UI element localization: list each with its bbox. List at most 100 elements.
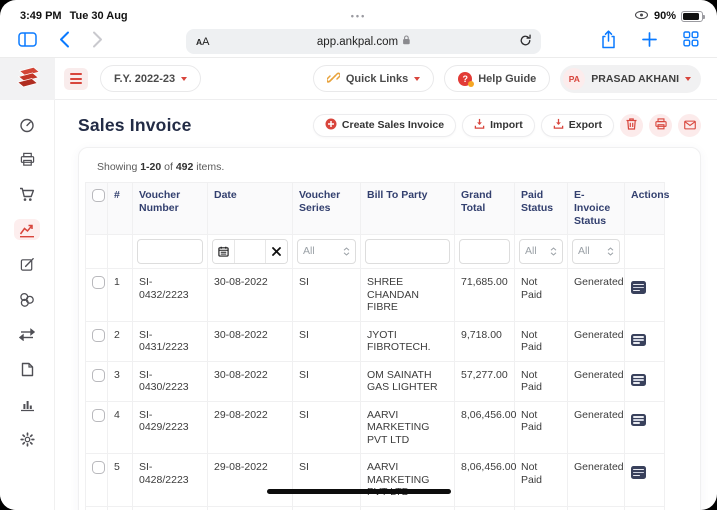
sidebar-item-journal-icon[interactable] <box>14 254 40 275</box>
row-number: 5 <box>108 454 133 507</box>
paid-status-filter-select[interactable]: All <box>519 239 563 264</box>
bill-to-party-cell: SHREE CHANDAN FIBRE <box>361 269 455 322</box>
select-stepper-icon <box>607 247 614 256</box>
bill-to-party-cell: OM SAINATH GAS LIGHTER <box>361 361 455 401</box>
sidebar-item-dashboard-icon[interactable] <box>14 114 40 135</box>
link-icon <box>327 71 340 87</box>
row-actions-button[interactable] <box>631 466 646 479</box>
bill-to-party-filter-input[interactable] <box>365 239 450 264</box>
row-number: 3 <box>108 361 133 401</box>
column-voucher-number[interactable]: Voucher Number <box>133 183 208 235</box>
row-actions-button[interactable] <box>631 414 646 427</box>
clear-date-icon[interactable] <box>266 240 287 263</box>
home-indicator[interactable] <box>267 489 451 495</box>
table-body: 1 SI-0432/2223 30-08-2022 SI SHREE CHAND… <box>86 269 665 510</box>
table-row: 6 SI-0427/2223 29-08-2022 SI TULSI FIBRE… <box>86 506 665 510</box>
date-filter-input[interactable] <box>234 240 266 263</box>
einvoice-status-cell: Generated <box>568 454 625 507</box>
app-logo[interactable] <box>0 58 55 100</box>
sidebar-item-sales-icon[interactable] <box>14 219 40 240</box>
quick-links-button[interactable]: Quick Links <box>313 65 434 92</box>
invoice-table-card: Showing 1-20 of 492 items. # Voucher Num… <box>78 147 701 510</box>
sidebar-item-transfers-icon[interactable] <box>14 324 40 345</box>
date: Tue 30 Aug <box>70 10 128 22</box>
chevron-down-icon <box>685 77 691 81</box>
date-cell: 30-08-2022 <box>208 269 293 322</box>
voucher-number-filter-input[interactable] <box>137 239 203 264</box>
avatar: PA <box>563 68 585 90</box>
share-icon[interactable] <box>601 30 616 54</box>
email-button[interactable] <box>678 114 701 137</box>
select-all-checkbox[interactable] <box>92 189 105 202</box>
url-text: app.ankpal.com <box>317 36 398 48</box>
create-sales-invoice-button[interactable]: Create Sales Invoice <box>313 114 456 137</box>
bill-to-party-cell: AARVI MARKETING PVT LTD <box>361 401 455 454</box>
column-einvoice-status[interactable]: E-Invoice Status <box>568 183 625 235</box>
sidebar-item-settings-icon[interactable] <box>14 429 40 450</box>
sidebar-toggle-icon[interactable] <box>18 32 37 52</box>
reader-mode-button[interactable]: AA <box>196 36 209 48</box>
privacy-eye-icon <box>634 10 649 23</box>
table-row: 3 SI-0430/2223 30-08-2022 SI OM SAINATH … <box>86 361 665 401</box>
date-filter[interactable] <box>212 239 288 264</box>
sidebar-item-purchases-icon[interactable] <box>14 184 40 205</box>
envelope-icon <box>684 118 696 133</box>
column-grand-total[interactable]: Grand Total <box>455 183 515 235</box>
column-voucher-series[interactable]: Voucher Series <box>293 183 361 235</box>
main-content: Sales Invoice Create Sales Invoice Impor… <box>55 100 717 510</box>
user-menu[interactable]: PA PRASAD AKHANI <box>560 65 701 93</box>
row-checkbox[interactable] <box>92 369 105 382</box>
sidebar-item-money-icon[interactable] <box>14 289 40 310</box>
address-bar[interactable]: AA app.ankpal.com <box>186 29 541 54</box>
download-icon <box>553 118 564 132</box>
row-checkbox[interactable] <box>92 276 105 289</box>
column-number[interactable]: # <box>108 183 133 235</box>
date-cell: 29-08-2022 <box>208 506 293 510</box>
date-cell: 30-08-2022 <box>208 321 293 361</box>
fiscal-year-selector[interactable]: F.Y. 2022-23 <box>100 65 201 92</box>
grand-total-filter-input[interactable] <box>459 239 510 264</box>
table-row: 4 SI-0429/2223 29-08-2022 SI AARVI MARKE… <box>86 401 665 454</box>
row-checkbox[interactable] <box>92 329 105 342</box>
forward-button-icon[interactable] <box>92 31 103 53</box>
back-button-icon[interactable] <box>59 31 70 53</box>
row-checkbox[interactable] <box>92 461 105 474</box>
grand-total-cell: 1,27,440.00 <box>455 506 515 510</box>
export-button[interactable]: Export <box>541 114 614 137</box>
row-number: 2 <box>108 321 133 361</box>
date-cell: 29-08-2022 <box>208 454 293 507</box>
column-date[interactable]: Date <box>208 183 293 235</box>
calendar-icon[interactable] <box>213 240 234 263</box>
fiscal-year-label: F.Y. 2022-23 <box>114 73 175 85</box>
tabs-grid-icon[interactable] <box>683 31 699 52</box>
sidebar-item-print-icon[interactable] <box>14 149 40 170</box>
row-actions-button[interactable] <box>631 374 646 387</box>
multitask-dots-icon[interactable]: ••• <box>351 11 366 21</box>
delete-button[interactable] <box>620 114 643 137</box>
reload-icon[interactable] <box>519 34 532 52</box>
sales-invoice-table: # Voucher Number Date Voucher Series Bil… <box>85 182 665 510</box>
row-checkbox[interactable] <box>92 409 105 422</box>
sidebar-item-reports-icon[interactable] <box>14 394 40 415</box>
row-actions-button[interactable] <box>631 334 646 347</box>
import-button[interactable]: Import <box>462 114 535 137</box>
einvoice-status-filter-select[interactable]: All <box>572 239 620 264</box>
voucher-series-cell: SI <box>293 401 361 454</box>
column-actions: Actions <box>625 183 665 235</box>
menu-toggle-button[interactable] <box>64 68 88 90</box>
voucher-number-cell: SI-0428/2223 <box>133 454 208 507</box>
ipad-screen: 3:49 PM Tue 30 Aug ••• 90% AA <box>0 0 717 510</box>
table-row: 2 SI-0431/2223 30-08-2022 SI JYOTI FIBRO… <box>86 321 665 361</box>
page-title: Sales Invoice <box>78 115 192 136</box>
new-tab-icon[interactable] <box>642 32 657 52</box>
voucher-series-filter-select[interactable]: All <box>297 239 356 264</box>
column-bill-to-party[interactable]: Bill To Party <box>361 183 455 235</box>
voucher-number-cell: SI-0430/2223 <box>133 361 208 401</box>
clock: 3:49 PM <box>20 10 62 22</box>
sidebar-item-documents-icon[interactable] <box>14 359 40 380</box>
print-button[interactable] <box>649 114 672 137</box>
column-paid-status[interactable]: Paid Status <box>515 183 568 235</box>
voucher-series-cell: SI <box>293 321 361 361</box>
row-actions-button[interactable] <box>631 281 646 294</box>
help-guide-button[interactable]: ? Help Guide <box>444 65 550 92</box>
